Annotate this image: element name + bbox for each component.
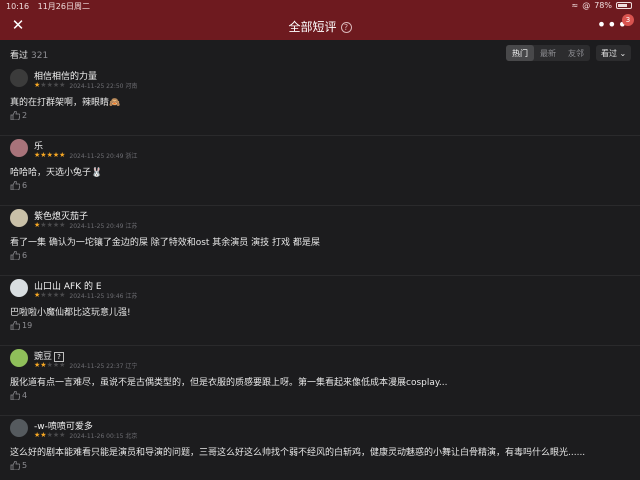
sort-tabs: 热门 最新 友邻 (506, 45, 590, 61)
status-date: 11月26日周二 (37, 2, 90, 11)
review-text: 哈哈哈，天选小兔子🐰 (10, 168, 103, 178)
rating-stars: ★ ★ ★ ★ ★ (34, 432, 65, 439)
thumbs-up-icon (10, 251, 20, 260)
rating-stars: ★ ★ ★ ★ ★ (34, 152, 65, 159)
star-icon: ★ (59, 431, 66, 439)
battery-icon (616, 2, 632, 9)
like-count: 6 (22, 251, 28, 260)
review-text: 看了一集 确认为一坨镶了金边的屎 除了特效和ost 其余演员 演技 打戏 都是屎 (10, 238, 320, 248)
like-count: 2 (22, 111, 28, 120)
review-timestamp: 2024-11-25 20:49 浙江 (69, 153, 138, 160)
review-item[interactable]: 豌豆? ★ ★ ★ ★ ★ 2024-11-25 22:37 辽宁 服化道有点一言难尽，… (0, 346, 640, 416)
wifi-icon: ≈ (571, 1, 579, 10)
review-meta: ★ ★ ★ ★ ★ 2024-11-25 22:37 辽宁 (34, 361, 138, 371)
star-icon: ★ (59, 361, 66, 369)
status-bar: 10:16 11月26日周二 ≈ @ 78% (0, 0, 640, 12)
rating-stars: ★ ★ ★ ★ ★ (34, 362, 65, 369)
status-time: 10:16 (6, 2, 30, 11)
review-item[interactable]: 山口山 AFK 的 E ★ ★ ★ ★ ★ 2024-11-25 19:46 江苏 巴啦… (0, 276, 640, 346)
star-icon: ★ (59, 291, 66, 299)
seen-count-label: 看过 321 (10, 48, 48, 61)
review-meta: ★ ★ ★ ★ ★ 2024-11-25 22:50 河南 (34, 81, 138, 91)
notification-badge: 3 (622, 14, 634, 26)
avatar[interactable] (10, 419, 28, 437)
avatar[interactable] (10, 139, 28, 157)
like-button[interactable]: 19 (10, 321, 32, 330)
like-count: 4 (22, 391, 28, 400)
like-button[interactable]: 2 (10, 111, 27, 120)
review-item[interactable]: -w-喷喷可爱多 ★ ★ ★ ★ ★ 2024-11-26 00:15 北京 这么好的剧… (0, 416, 640, 480)
star-icon: ★ (59, 151, 66, 159)
tab-latest[interactable]: 最新 (534, 45, 562, 61)
help-icon[interactable]: ? (340, 22, 352, 33)
review-text: 服化道有点一言难尽，虽说不是古偶类型的，但是衣服的质感要跟上呀。第一集看起来像低… (10, 378, 448, 388)
filter-bar: 看过 321 热门 最新 友邻 看过 ⌄ (0, 40, 640, 66)
avatar[interactable] (10, 69, 28, 87)
like-count: 5 (22, 461, 28, 470)
thumbs-up-icon (10, 391, 20, 400)
thumbs-up-icon (10, 181, 20, 190)
alarm-icon: @ (582, 1, 591, 10)
seen-count: 321 (31, 51, 49, 61)
tab-hot[interactable]: 热门 (506, 45, 534, 61)
seen-label: 看过 (10, 51, 29, 61)
thumbs-up-icon (10, 111, 20, 120)
page-title: 全部短评? (0, 18, 640, 35)
review-item[interactable]: 紫色熄灭茄子 ★ ★ ★ ★ ★ 2024-11-25 20:49 江苏 看了一集 确认… (0, 206, 640, 276)
avatar[interactable] (10, 349, 28, 367)
like-count: 19 (22, 321, 33, 330)
review-timestamp: 2024-11-25 22:50 河南 (69, 83, 138, 90)
avatar[interactable] (10, 279, 28, 297)
review-timestamp: 2024-11-25 19:46 江苏 (69, 293, 138, 300)
review-text: 这么好的剧本能难看只能是演员和导演的问题，三哥这么好这么帅找个弱不经风的白斩鸡，… (10, 448, 586, 458)
review-meta: ★ ★ ★ ★ ★ 2024-11-26 00:15 北京 (34, 431, 138, 441)
thumbs-up-icon (10, 321, 20, 330)
battery-percent: 78% (594, 1, 612, 10)
watched-filter-dropdown[interactable]: 看过 ⌄ (596, 45, 632, 61)
watched-filter-label: 看过 (601, 49, 617, 58)
like-button[interactable]: 6 (10, 251, 27, 260)
review-text: 真的在打群架啊，辣眼睛🙈 (10, 98, 121, 108)
review-timestamp: 2024-11-26 00:15 北京 (69, 433, 138, 440)
rating-stars: ★ ★ ★ ★ ★ (34, 82, 65, 89)
review-item[interactable]: 相信相信的力量 ★ ★ ★ ★ ★ 2024-11-25 22:50 河南 真的在打群架… (0, 66, 640, 136)
review-meta: ★ ★ ★ ★ ★ 2024-11-25 20:49 浙江 (34, 151, 138, 161)
avatar[interactable] (10, 209, 28, 227)
rating-stars: ★ ★ ★ ★ ★ (34, 292, 65, 299)
review-timestamp: 2024-11-25 22:37 辽宁 (69, 363, 138, 370)
like-count: 6 (22, 181, 28, 190)
review-item[interactable]: 乐 ★ ★ ★ ★ ★ 2024-11-25 20:49 浙江 哈哈哈，天选小兔子🐰 6 (0, 136, 640, 206)
review-text: 巴啦啦小魔仙都比这玩意儿强! (10, 308, 131, 318)
review-list: 相信相信的力量 ★ ★ ★ ★ ★ 2024-11-25 22:50 河南 真的在打群架… (0, 66, 640, 480)
review-timestamp: 2024-11-25 20:49 江苏 (69, 223, 138, 230)
star-icon: ★ (59, 221, 66, 229)
like-button[interactable]: 4 (10, 391, 27, 400)
rating-stars: ★ ★ ★ ★ ★ (34, 222, 65, 229)
star-icon: ★ (59, 81, 66, 89)
review-meta: ★ ★ ★ ★ ★ 2024-11-25 20:49 江苏 (34, 221, 138, 231)
review-meta: ★ ★ ★ ★ ★ 2024-11-25 19:46 江苏 (34, 291, 138, 301)
nav-bar: ✕ 全部短评? ••• 3 (0, 12, 640, 40)
page-title-text: 全部短评 (288, 20, 337, 34)
like-button[interactable]: 5 (10, 461, 27, 470)
chevron-down-icon: ⌄ (619, 49, 627, 58)
like-button[interactable]: 6 (10, 181, 27, 190)
tab-friends[interactable]: 友邻 (562, 45, 590, 61)
thumbs-up-icon (10, 461, 20, 470)
